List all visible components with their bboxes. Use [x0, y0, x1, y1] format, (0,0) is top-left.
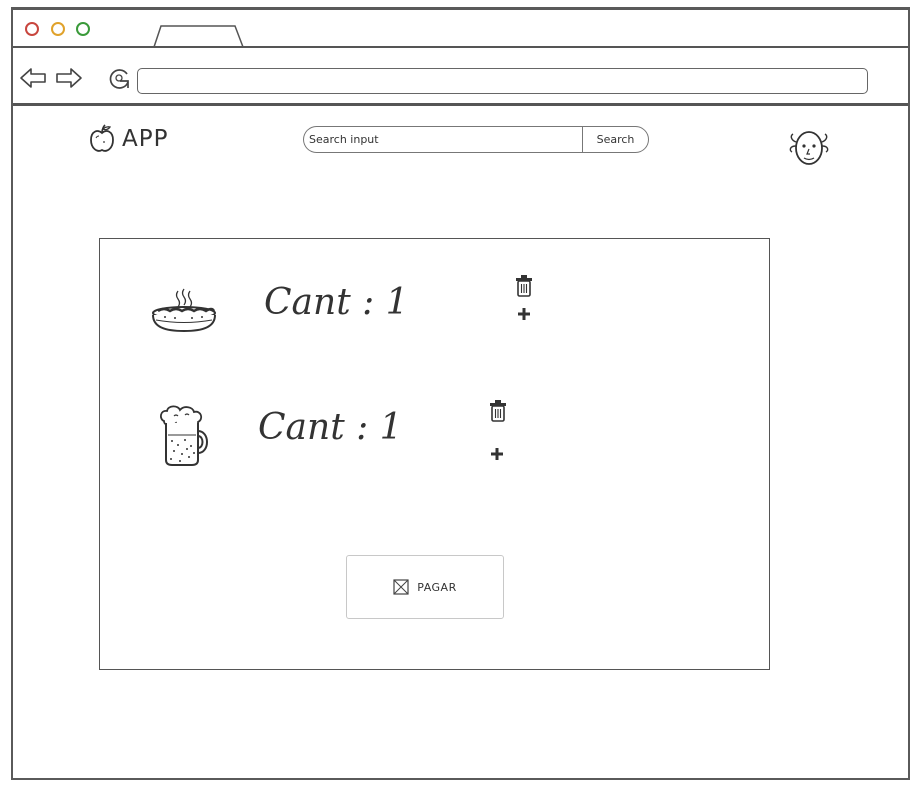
- maximize-window-button[interactable]: [76, 22, 90, 36]
- browser-tab[interactable]: [153, 25, 245, 48]
- user-face-icon[interactable]: [786, 126, 832, 170]
- back-arrow-icon[interactable]: [19, 66, 47, 90]
- image-placeholder-icon: [393, 579, 409, 595]
- minimize-window-button[interactable]: [51, 22, 65, 36]
- reload-icon[interactable]: [107, 66, 133, 90]
- plus-icon[interactable]: [516, 306, 532, 322]
- search-bar: Search: [303, 126, 649, 153]
- navigation-bar: [13, 48, 908, 106]
- address-bar[interactable]: [137, 68, 868, 94]
- plus-icon[interactable]: [489, 446, 505, 462]
- search-input[interactable]: [303, 126, 588, 153]
- app-logo[interactable]: APP: [88, 124, 168, 154]
- hotdog-icon: [152, 288, 216, 333]
- quantity-label: Cant : 1: [258, 407, 403, 448]
- quantity-label: Cant : 1: [264, 282, 409, 323]
- trash-icon[interactable]: [489, 400, 507, 422]
- beer-mug-icon: [160, 405, 208, 466]
- pay-button[interactable]: PAGAR: [346, 555, 504, 619]
- forward-arrow-icon[interactable]: [55, 66, 83, 90]
- apple-icon: [90, 124, 114, 152]
- pay-button-label: PAGAR: [417, 580, 457, 594]
- app-logo-label: APP: [122, 126, 169, 152]
- trash-icon[interactable]: [515, 275, 533, 297]
- cart-panel: Cant : 1 Cant : 1 PAGAR: [99, 238, 770, 670]
- title-bar: [13, 10, 908, 48]
- close-window-button[interactable]: [25, 22, 39, 36]
- search-button[interactable]: Search: [582, 126, 649, 153]
